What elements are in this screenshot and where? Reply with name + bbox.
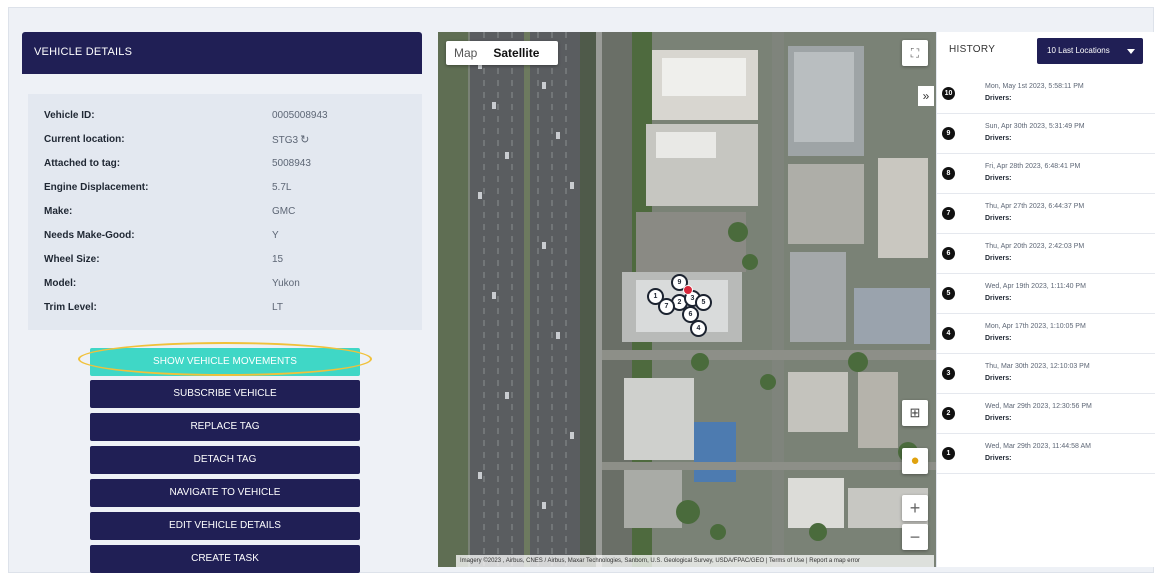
map-type-satellite-button[interactable]: Satellite bbox=[485, 41, 547, 65]
history-number-badge: 5 bbox=[942, 287, 955, 300]
history-date: Fri, Apr 28th 2023, 6:48:41 PM bbox=[985, 163, 1081, 170]
detail-label: Model: bbox=[44, 278, 77, 289]
detail-label: Attached to tag: bbox=[44, 158, 121, 169]
detail-label: Trim Level: bbox=[44, 302, 97, 313]
vehicle-details-card: Vehicle ID: 0005008943 Current location:… bbox=[28, 94, 422, 330]
history-drivers: Drivers: bbox=[985, 175, 1012, 182]
detail-row-trim: Trim Level: LT bbox=[44, 296, 404, 320]
history-item[interactable]: 4 Mon, Apr 17th 2023, 1:10:05 PM Drivers… bbox=[937, 314, 1155, 354]
history-date: Thu, Apr 27th 2023, 6:44:37 PM bbox=[985, 203, 1085, 210]
replace-tag-button[interactable]: REPLACE TAG bbox=[90, 413, 360, 441]
detail-label: Current location: bbox=[44, 134, 125, 145]
detail-value: 15 bbox=[272, 254, 284, 265]
create-task-button[interactable]: CREATE TASK bbox=[90, 545, 360, 573]
detail-label: Make: bbox=[44, 206, 73, 217]
current-location-pin[interactable] bbox=[683, 285, 693, 295]
detail-row-vehicle-id: Vehicle ID: 0005008943 bbox=[44, 104, 404, 128]
detail-row-make-good: Needs Make-Good: Y bbox=[44, 224, 404, 248]
fullscreen-icon[interactable]: ⛶ bbox=[902, 40, 928, 66]
history-range-value: 10 Last Locations bbox=[1047, 46, 1110, 55]
history-item[interactable]: 7 Thu, Apr 27th 2023, 6:44:37 PM Drivers… bbox=[937, 194, 1155, 234]
detail-value: STG3 bbox=[272, 135, 299, 146]
detach-tag-button[interactable]: DETACH TAG bbox=[90, 446, 360, 474]
history-number-badge: 6 bbox=[942, 247, 955, 260]
vehicle-details-header: VEHICLE DETAILS bbox=[22, 32, 422, 74]
history-panel: HISTORY 10 Last Locations 10 Mon, May 1s… bbox=[936, 32, 1155, 567]
map-pin[interactable]: 6 bbox=[682, 306, 699, 323]
detail-row-make: Make: GMC bbox=[44, 200, 404, 224]
history-drivers: Drivers: bbox=[985, 415, 1012, 422]
detail-row-wheel-size: Wheel Size: 15 bbox=[44, 248, 404, 272]
history-date: Sun, Apr 30th 2023, 5:31:49 PM bbox=[985, 123, 1085, 130]
history-range-select[interactable]: 10 Last Locations bbox=[1037, 38, 1143, 64]
vehicle-details-panel: VEHICLE DETAILS Vehicle ID: 0005008943 C… bbox=[22, 32, 422, 573]
detail-value: GMC bbox=[272, 206, 296, 217]
detail-value-wrap: STG3 ↻ bbox=[272, 128, 309, 153]
history-drivers: Drivers: bbox=[985, 255, 1012, 262]
subscribe-vehicle-button[interactable]: SUBSCRIBE VEHICLE bbox=[90, 380, 360, 408]
detail-value: 5008943 bbox=[272, 158, 311, 169]
history-item[interactable]: 10 Mon, May 1st 2023, 5:58:11 PM Drivers… bbox=[937, 74, 1155, 114]
history-number-badge: 4 bbox=[942, 327, 955, 340]
edit-vehicle-details-button[interactable]: EDIT VEHICLE DETAILS bbox=[90, 512, 360, 540]
history-drivers: Drivers: bbox=[985, 455, 1012, 462]
history-item[interactable]: 2 Wed, Mar 29th 2023, 12:30:56 PM Driver… bbox=[937, 394, 1155, 434]
history-item[interactable]: 3 Thu, Mar 30th 2023, 12:10:03 PM Driver… bbox=[937, 354, 1155, 394]
history-number-badge: 9 bbox=[942, 127, 955, 140]
zoom-in-button[interactable]: + bbox=[902, 495, 928, 521]
history-item[interactable]: 6 Thu, Apr 20th 2023, 2:42:03 PM Drivers… bbox=[937, 234, 1155, 274]
history-drivers: Drivers: bbox=[985, 215, 1012, 222]
detail-value: Y bbox=[272, 230, 279, 241]
history-number-badge: 1 bbox=[942, 447, 955, 460]
history-number-badge: 7 bbox=[942, 207, 955, 220]
detail-row-current-location: Current location: STG3 ↻ bbox=[44, 128, 404, 152]
detail-label: Wheel Size: bbox=[44, 254, 100, 265]
history-item[interactable]: 1 Wed, Mar 29th 2023, 11:44:58 AM Driver… bbox=[937, 434, 1155, 474]
history-drivers: Drivers: bbox=[985, 95, 1012, 102]
history-number-badge: 3 bbox=[942, 367, 955, 380]
satellite-map[interactable]: 9 1 2 3 4 5 6 7 Map Satellite ⛶ ⊞ ● + − … bbox=[438, 32, 936, 567]
history-drivers: Drivers: bbox=[985, 375, 1012, 382]
history-date: Wed, Apr 19th 2023, 1:11:40 PM bbox=[985, 283, 1086, 290]
zoom-out-button[interactable]: − bbox=[902, 524, 928, 550]
detail-label: Vehicle ID: bbox=[44, 110, 95, 121]
history-title: HISTORY bbox=[949, 44, 996, 55]
pegman-icon[interactable]: ● bbox=[902, 448, 928, 474]
history-item[interactable]: 8 Fri, Apr 28th 2023, 6:48:41 PM Drivers… bbox=[937, 154, 1155, 194]
refresh-icon[interactable]: ↻ bbox=[300, 128, 309, 152]
history-drivers: Drivers: bbox=[985, 335, 1012, 342]
history-item[interactable]: 9 Sun, Apr 30th 2023, 5:31:49 PM Drivers… bbox=[937, 114, 1155, 154]
history-date: Wed, Mar 29th 2023, 12:30:56 PM bbox=[985, 403, 1092, 410]
map-pin[interactable]: 7 bbox=[658, 298, 675, 315]
history-drivers: Drivers: bbox=[985, 135, 1012, 142]
history-drivers: Drivers: bbox=[985, 295, 1012, 302]
detail-label: Needs Make-Good: bbox=[44, 230, 135, 241]
layers-grid-icon[interactable]: ⊞ bbox=[902, 400, 928, 426]
history-item[interactable]: 5 Wed, Apr 19th 2023, 1:11:40 PM Drivers… bbox=[937, 274, 1155, 314]
history-date: Thu, Mar 30th 2023, 12:10:03 PM bbox=[985, 363, 1090, 370]
history-number-badge: 2 bbox=[942, 407, 955, 420]
detail-row-model: Model: Yukon bbox=[44, 272, 404, 296]
history-date: Mon, May 1st 2023, 5:58:11 PM bbox=[985, 83, 1084, 90]
map-attribution[interactable]: Imagery ©2023 , Airbus, CNES / Airbus, M… bbox=[456, 555, 934, 567]
history-date: Wed, Mar 29th 2023, 11:44:58 AM bbox=[985, 443, 1091, 450]
show-vehicle-movements-button[interactable]: SHOW VEHICLE MOVEMENTS bbox=[90, 348, 360, 376]
detail-row-engine: Engine Displacement: 5.7L bbox=[44, 176, 404, 200]
history-number-badge: 10 bbox=[942, 87, 955, 100]
map-type-toggle: Map Satellite bbox=[446, 41, 558, 65]
history-date: Thu, Apr 20th 2023, 2:42:03 PM bbox=[985, 243, 1085, 250]
map-type-map-button[interactable]: Map bbox=[446, 41, 485, 65]
detail-label: Engine Displacement: bbox=[44, 182, 149, 193]
detail-value: LT bbox=[272, 302, 283, 313]
detail-value: Yukon bbox=[272, 278, 300, 289]
detail-row-attached-tag: Attached to tag: 5008943 bbox=[44, 152, 404, 176]
expand-panel-icon[interactable]: » bbox=[918, 86, 934, 106]
map-pin[interactable]: 5 bbox=[695, 294, 712, 311]
detail-value: 0005008943 bbox=[272, 110, 328, 121]
chevron-down-icon bbox=[1127, 49, 1135, 54]
detail-value: 5.7L bbox=[272, 182, 292, 193]
navigate-to-vehicle-button[interactable]: NAVIGATE TO VEHICLE bbox=[90, 479, 360, 507]
history-number-badge: 8 bbox=[942, 167, 955, 180]
history-date: Mon, Apr 17th 2023, 1:10:05 PM bbox=[985, 323, 1086, 330]
